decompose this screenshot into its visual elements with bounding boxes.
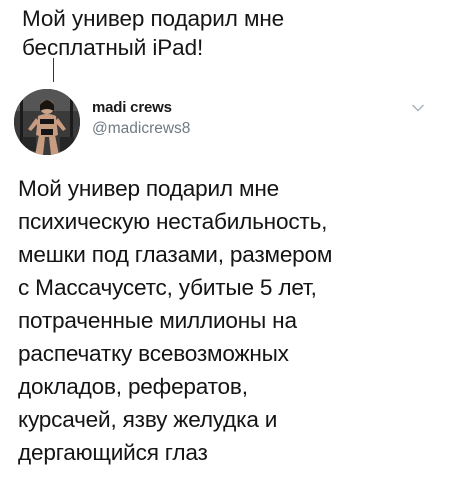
tweet-text-line: с Массачусетс, убитые 5 лет, — [18, 275, 317, 300]
tweet-text-line: докладов, рефератов, — [18, 374, 248, 399]
text-cursor — [53, 58, 54, 82]
tweet-text-line: мешки под глазами, размером — [18, 242, 333, 267]
tweet-card: madi crews @madicrews8 Мой универ подари… — [0, 82, 454, 491]
tweet-text-line: потраченные миллионы на — [18, 308, 297, 333]
caption-line: бесплатный iPad! — [22, 35, 204, 60]
avatar[interactable] — [14, 89, 80, 155]
meme-caption: Мой универ подарил мне бесплатный iPad! — [22, 4, 442, 62]
chevron-down-icon[interactable] — [411, 103, 425, 113]
author-info: madi crews @madicrews8 — [92, 99, 190, 139]
display-name[interactable]: madi crews — [92, 99, 190, 117]
tweet-text-line: Мой универ подарил мне — [18, 176, 279, 201]
tweet-text-line: распечатку всевозможных — [18, 341, 289, 366]
tweet-text: Мой универ подарил мне психическую неста… — [18, 172, 450, 469]
tweet-text-line: дергающийся глаз — [18, 440, 208, 465]
tweet-text-line: психическую нестабильность, — [18, 209, 328, 234]
user-handle[interactable]: @madicrews8 — [92, 119, 190, 139]
caption-line: Мой универ подарил мне — [22, 6, 285, 31]
tweet-text-line: курсачей, язву желудка и — [18, 407, 278, 432]
